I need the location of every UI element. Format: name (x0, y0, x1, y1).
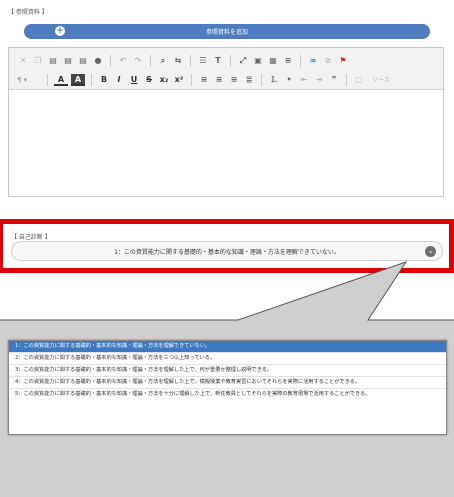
options-list: 1：この資質能力に関する基礎的・基本的な知識・理論・方法を理解できていない。 2… (8, 340, 447, 435)
option-item[interactable]: 5：この資質能力に関する基礎的・基本的な知識・理論・方法を十分に理解した上で、新… (9, 389, 446, 400)
option-item[interactable]: 4：この資質能力に関する基礎的・基本的な知識・理論・方法を理解した上で、模擬授業… (9, 377, 446, 389)
option-item[interactable]: 3：この資質能力に関する基礎的・基本的な知識・理論・方法を理解した上で、何が重要… (9, 365, 446, 377)
option-item[interactable]: 1：この資質能力に関する基礎的・基本的な知識・理論・方法を理解できていない。 (9, 341, 446, 353)
option-item[interactable]: 2：この資質能力に関する基礎的・基本的な知識・理論・方法を三つ以上知っている。 (9, 353, 446, 365)
